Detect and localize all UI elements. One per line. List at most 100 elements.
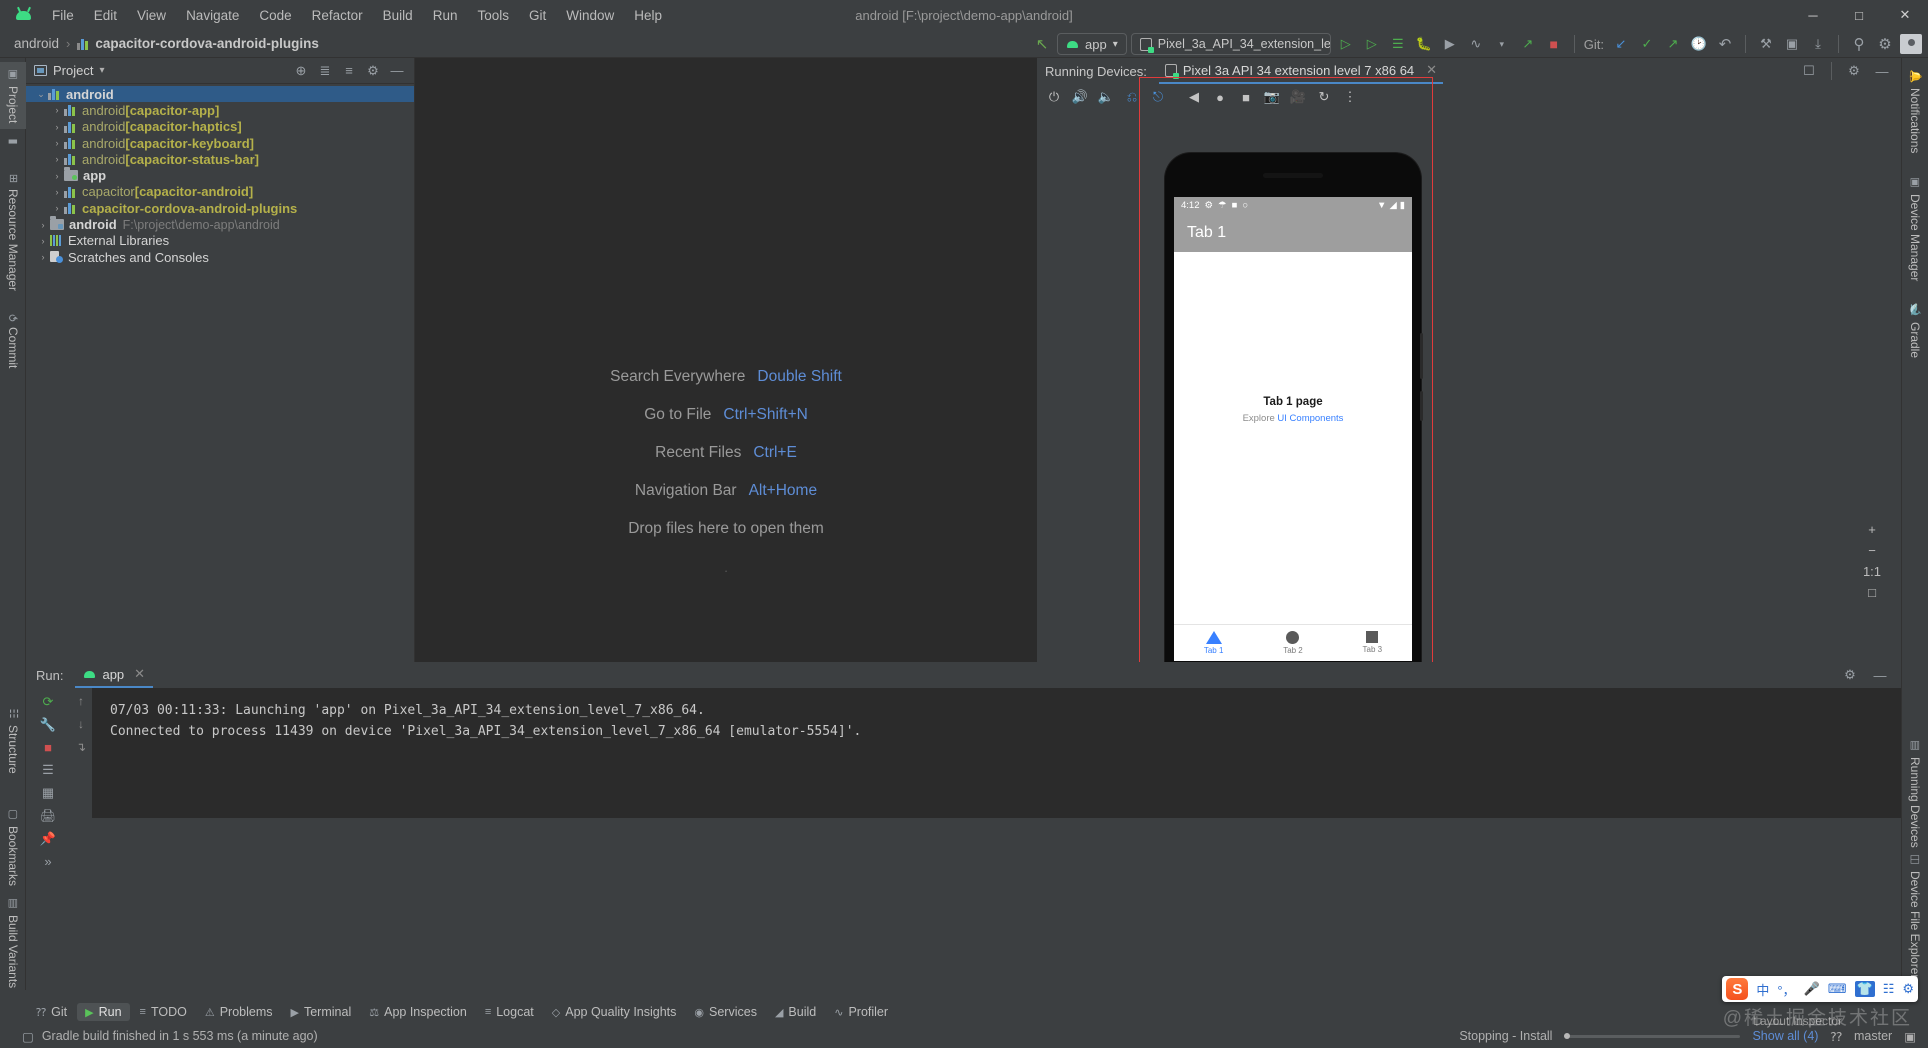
menu-help[interactable]: Help — [624, 4, 672, 27]
menu-window[interactable]: Window — [556, 4, 624, 27]
ime-punctuation-toggle[interactable]: °， — [1777, 980, 1795, 999]
account-avatar-icon[interactable] — [1900, 34, 1922, 54]
menu-refactor[interactable]: Refactor — [302, 4, 373, 27]
sogou-ime-logo-icon[interactable]: S — [1726, 978, 1749, 1000]
menu-tools[interactable]: Tools — [467, 4, 519, 27]
ui-components-link[interactable]: UI Components — [1277, 413, 1343, 424]
app-tab-2[interactable]: Tab 2 — [1254, 630, 1333, 655]
menu-build[interactable]: Build — [373, 4, 423, 27]
hide-icon[interactable]: — — [1871, 60, 1893, 82]
bottom-tab-terminal[interactable]: ▶ Terminal — [283, 1003, 360, 1021]
layout-icon[interactable]: ▦ — [42, 785, 54, 801]
close-button[interactable]: ✕ — [1882, 0, 1928, 30]
tree-row-scratches-and-consoles[interactable]: › Scratches and Consoles — [26, 249, 414, 265]
run-button-icon[interactable]: ▷ — [1335, 33, 1357, 55]
tree-row-capacitor-android[interactable]: › capacitor [capacitor-android] — [26, 184, 414, 200]
attach-debugger-icon[interactable]: ▶ — [1439, 33, 1461, 55]
chevron-right-icon[interactable]: › — [50, 154, 64, 164]
menu-view[interactable]: View — [127, 4, 176, 27]
run-configuration-selector[interactable]: app ▾ — [1057, 33, 1127, 55]
scroll-up-icon[interactable]: ↑ — [78, 694, 84, 708]
menu-code[interactable]: Code — [249, 4, 301, 27]
tree-row-capacitor-app[interactable]: › android [capacitor-app] — [26, 102, 414, 118]
menu-git[interactable]: Git — [519, 4, 556, 27]
sidebar-item-project[interactable]: ▣ Project — [0, 62, 26, 130]
bottom-tab-logcat[interactable]: ≡ Logcat — [477, 1003, 542, 1021]
tree-row-external-libraries[interactable]: › External Libraries — [26, 233, 414, 249]
sidebar-item-resource-manager[interactable]: ⊞ Resource Manager — [0, 168, 26, 296]
bottom-tab-app-quality-insights[interactable]: ◇ App Quality Insights — [544, 1003, 685, 1021]
hide-icon[interactable]: — — [386, 60, 408, 82]
sidebar-item-notifications[interactable]: 🔔 Notifications — [1902, 64, 1928, 160]
chevron-right-icon[interactable]: › — [50, 203, 64, 213]
bottom-tab-run[interactable]: ▶ Run — [77, 1003, 130, 1021]
actual-size-button[interactable]: 1:1 — [1863, 564, 1881, 579]
device-selector[interactable]: Pixel_3a_API_34_extension_level_7_x8... — [1130, 33, 1331, 55]
sidebar-item-structure[interactable]: ☷ Structure — [0, 701, 26, 780]
chevron-down-icon[interactable]: ▾ — [99, 65, 104, 76]
apps-icon[interactable]: ☷ — [1883, 981, 1895, 997]
profiler-icon[interactable]: ∿ — [1465, 33, 1487, 55]
stop-button-icon[interactable]: ■ — [1543, 33, 1565, 55]
emulator-screen[interactable]: 4:12 ⚙ ☂ ■ ○ ▼ ◢ ▮ Tab 1 Tab 1 page Expl… — [1174, 197, 1412, 661]
run-coverage-icon[interactable]: ▷ — [1361, 33, 1383, 55]
expand-all-icon[interactable]: ≣ — [314, 60, 336, 82]
device-manager-icon[interactable]: ▣ — [1781, 33, 1803, 55]
keyboard-icon[interactable]: ⌨ — [1828, 981, 1847, 997]
profile-app-icon[interactable]: ↗ — [1517, 33, 1539, 55]
chevron-right-icon[interactable]: › — [50, 187, 64, 197]
git-update-icon[interactable]: ↙ — [1610, 33, 1632, 55]
chevron-right-icon[interactable]: › — [50, 171, 64, 181]
close-icon[interactable]: ✕ — [134, 666, 145, 682]
tree-row-capacitor-keyboard[interactable]: › android [capacitor-keyboard] — [26, 135, 414, 151]
chevron-right-icon[interactable]: › — [50, 105, 64, 115]
tree-row-capacitor-status-bar[interactable]: › android [capacitor-status-bar] — [26, 151, 414, 167]
tree-row-capacitor-cordova-android-plugins[interactable]: › capacitor-cordova-android-plugins — [26, 200, 414, 216]
sidebar-item-bookmarks[interactable]: ▢ Bookmarks — [0, 802, 26, 892]
chevron-down-icon[interactable]: ⌄ — [34, 89, 48, 100]
sidebar-item-packages[interactable]: ▮ — [0, 129, 26, 154]
breadcrumb-root[interactable]: android — [14, 36, 59, 51]
soft-wrap-icon[interactable]: ↴ — [76, 740, 86, 754]
search-icon[interactable]: ⚲ — [1848, 33, 1870, 55]
menu-run[interactable]: Run — [423, 4, 468, 27]
chevron-right-icon[interactable]: › — [36, 236, 50, 246]
event-log-icon[interactable]: ▢ — [22, 1029, 34, 1044]
menu-edit[interactable]: Edit — [84, 4, 127, 27]
debug-icon[interactable]: 🐛 — [1413, 33, 1435, 55]
menu-navigate[interactable]: Navigate — [176, 4, 249, 27]
settings-gear-icon[interactable]: ⚙ — [1874, 33, 1896, 55]
sidebar-item-device-file-explorer[interactable]: ◫ Device File Explorer — [1902, 847, 1928, 984]
sidebar-item-gradle[interactable]: 🐋 Gradle — [1902, 297, 1928, 363]
filter-icon[interactable]: ☰ — [42, 762, 54, 778]
chevron-down-icon[interactable]: ▾ — [1491, 33, 1513, 55]
git-rollback-icon[interactable]: ↶ — [1714, 33, 1736, 55]
settings-gear-icon[interactable]: ⚙ — [1839, 664, 1861, 686]
bottom-tab-todo[interactable]: ≡ TODO — [132, 1003, 195, 1021]
hide-icon[interactable]: — — [1869, 664, 1891, 686]
app-inspection-icon[interactable]: ☰ — [1387, 33, 1409, 55]
tree-row-app[interactable]: › app — [26, 167, 414, 183]
settings-icon[interactable]: ⚙ — [1902, 981, 1914, 997]
tab-pixel-3a-emulator[interactable]: Pixel 3a API 34 extension level 7 x86 64… — [1158, 58, 1444, 84]
breadcrumb-current[interactable]: capacitor-cordova-android-plugins — [95, 36, 319, 51]
memory-indicator-icon[interactable]: ▣ — [1904, 1029, 1916, 1044]
print-icon[interactable]: 🖨 — [40, 808, 57, 824]
wrench-icon[interactable]: 🔧 — [40, 717, 56, 733]
pin-icon[interactable]: 📌 — [40, 831, 56, 847]
bottom-tab-services[interactable]: ◉ Services — [686, 1003, 765, 1021]
run-console-output[interactable]: 07/03 00:11:33: Launching 'app' on Pixel… — [92, 688, 1901, 818]
sdk-manager-icon[interactable]: ⚒ — [1755, 33, 1777, 55]
fit-to-screen-button[interactable]: □ — [1868, 585, 1876, 600]
tree-row-capacitor-haptics[interactable]: › android [capacitor-haptics] — [26, 119, 414, 135]
sidebar-item-running-devices[interactable]: ▤ Running Devices — [1902, 733, 1928, 854]
skin-icon[interactable]: 👕 — [1854, 981, 1875, 997]
minimize-button[interactable]: ─ — [1790, 0, 1836, 30]
settings-gear-icon[interactable]: ⚙ — [1843, 60, 1865, 82]
git-push-icon[interactable]: ↗ — [1662, 33, 1684, 55]
close-icon[interactable]: ✕ — [1426, 62, 1437, 78]
show-all-link[interactable]: Show all (4) — [1752, 1029, 1818, 1043]
microphone-icon[interactable]: 🎤 — [1804, 981, 1820, 997]
avd-download-icon[interactable]: ⤓ — [1807, 33, 1829, 55]
chevron-right-icon[interactable]: › — [36, 220, 50, 230]
